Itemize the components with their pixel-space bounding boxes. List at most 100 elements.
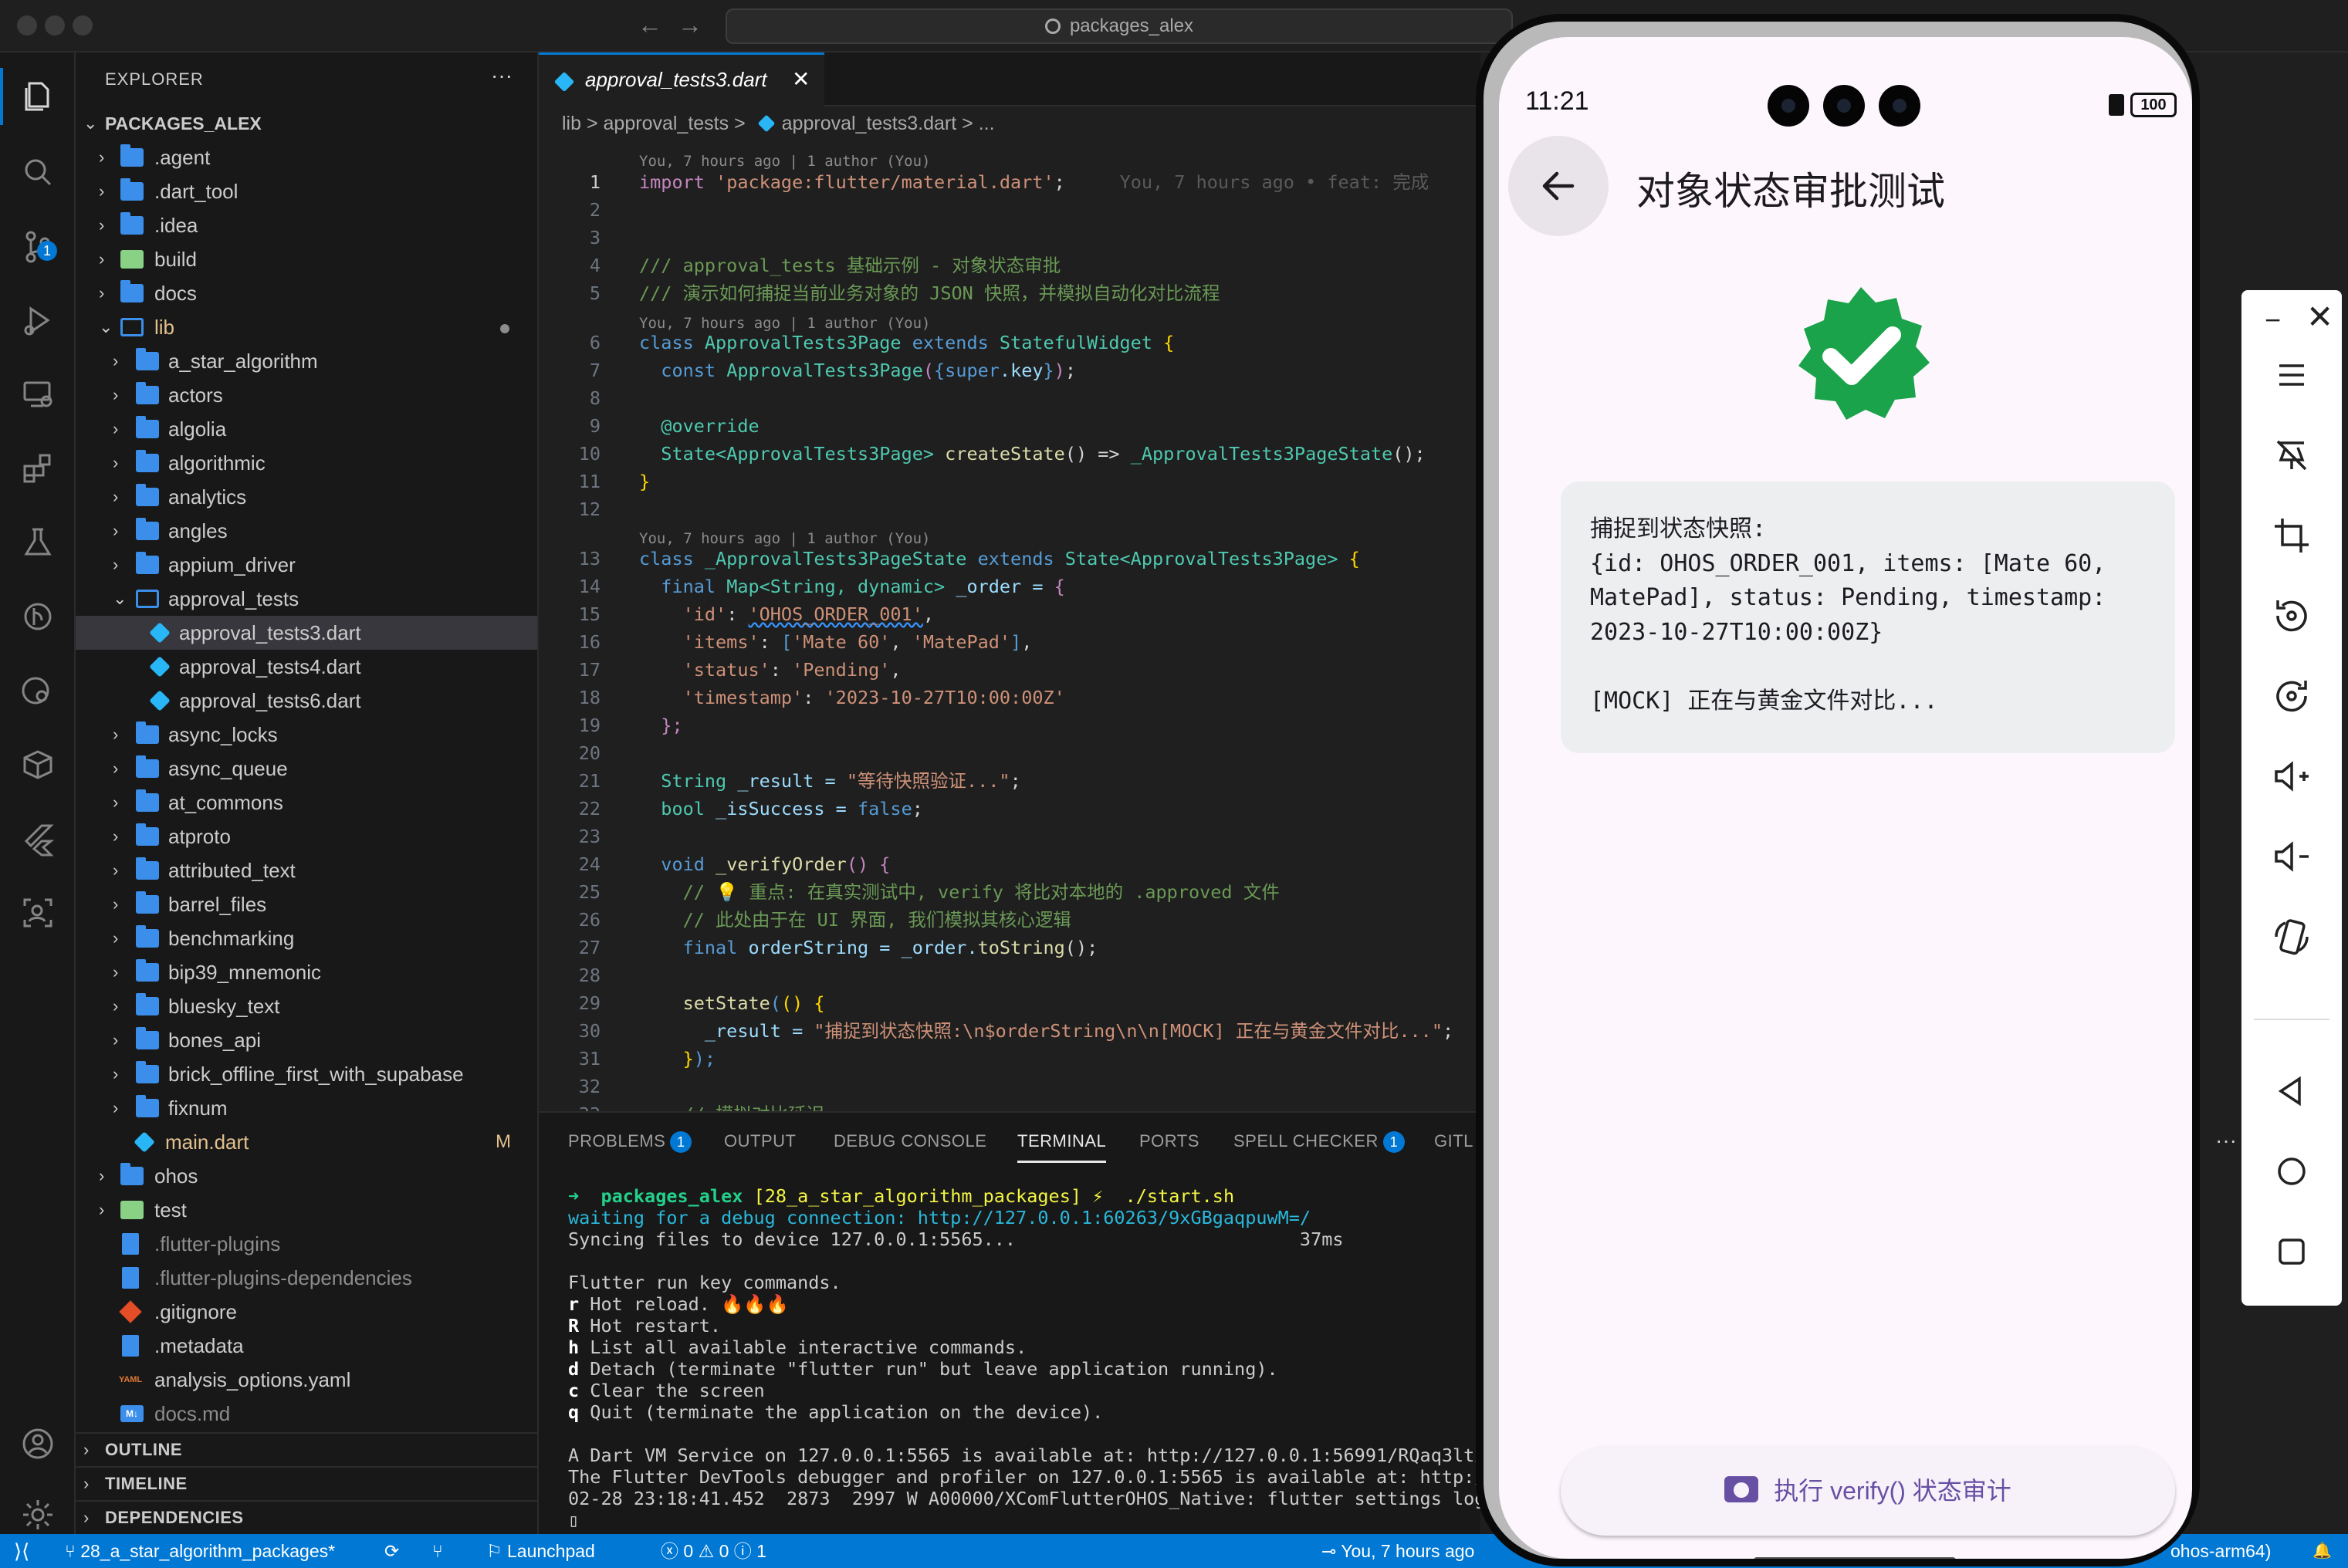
outline-section[interactable]: › OUTLINE: [76, 1432, 537, 1466]
minimize-button[interactable]: −: [2265, 304, 2281, 336]
tree-folder-barrel-files[interactable]: › barrel_files: [76, 887, 537, 921]
tree-folder-attributed-text[interactable]: › attributed_text: [76, 853, 537, 887]
testing-icon[interactable]: [19, 523, 57, 562]
tab-approval-tests3[interactable]: approval_tests3.dart ✕: [539, 52, 824, 106]
git-fork-icon[interactable]: ⑂: [432, 1534, 443, 1568]
tree-folder-async-locks[interactable]: › async_locks: [76, 718, 537, 752]
tab-gitlens[interactable]: GITL: [1434, 1131, 1473, 1151]
command-center-search[interactable]: packages_alex: [726, 8, 1513, 44]
minimize-window-button[interactable]: [45, 15, 65, 35]
tree-file-analysis-options[interactable]: YAML analysis_options.yaml: [76, 1363, 537, 1397]
explorer-more-button[interactable]: ···: [491, 63, 513, 88]
crop-icon[interactable]: [2268, 512, 2315, 559]
breadcrumb-symbol[interactable]: ...: [979, 113, 995, 134]
branch-indicator[interactable]: ⑂ 28_a_star_algorithm_packages*: [65, 1534, 335, 1568]
device-status[interactable]: ohos-arm64): [2170, 1534, 2271, 1568]
home-nav-icon[interactable]: [2268, 1148, 2315, 1195]
tree-folder-agent[interactable]: › .agent: [76, 140, 537, 174]
tree-file-flutter-plugins[interactable]: .flutter-plugins: [76, 1227, 537, 1261]
panel-more-button[interactable]: ···: [2215, 1128, 2237, 1153]
files-icon[interactable]: [19, 77, 57, 116]
appbar-back-button[interactable]: [1508, 136, 1609, 236]
breadcrumb-lib[interactable]: lib: [562, 113, 581, 134]
blame-status[interactable]: ⊸ You, 7 hours ago: [1321, 1534, 1474, 1568]
tree-folder-benchmarking[interactable]: › benchmarking: [76, 921, 537, 955]
tree-folder-analytics[interactable]: › analytics: [76, 480, 537, 514]
tree-folder-angles[interactable]: › angles: [76, 514, 537, 548]
flutter-icon[interactable]: [19, 819, 57, 858]
tree-folder-actors[interactable]: › actors: [76, 378, 537, 412]
pin-off-icon[interactable]: [2268, 432, 2315, 478]
tree-folder-lib[interactable]: ⌄ lib: [76, 310, 537, 344]
tree-folder-fixnum[interactable]: › fixnum: [76, 1091, 537, 1125]
gitlens-icon[interactable]: [19, 597, 57, 636]
tree-folder-brick[interactable]: › brick_offline_first_with_supabase: [76, 1057, 537, 1091]
sync-button[interactable]: ⟳: [384, 1534, 399, 1568]
tab-debug-console[interactable]: DEBUG CONSOLE: [834, 1131, 986, 1151]
menu-icon[interactable]: [2268, 352, 2315, 398]
tab-output[interactable]: OUTPUT: [724, 1131, 796, 1151]
inspector-icon[interactable]: [19, 894, 57, 932]
tree-folder-bones-api[interactable]: › bones_api: [76, 1023, 537, 1057]
remote-indicator[interactable]: ⟩⟨: [14, 1534, 29, 1568]
tree-file-gitignore[interactable]: .gitignore: [76, 1295, 537, 1329]
settings-gear-icon[interactable]: [19, 1495, 57, 1534]
tab-close-button[interactable]: ✕: [792, 55, 810, 104]
nav-forward-button[interactable]: →: [678, 11, 702, 39]
run-debug-icon[interactable]: [19, 301, 57, 340]
tree-file-approval-tests6[interactable]: approval_tests6.dart: [76, 684, 537, 718]
problems-status[interactable]: ⓧ 0 ⚠ 0 ⓘ 1: [661, 1534, 766, 1568]
tree-folder-algolia[interactable]: › algolia: [76, 412, 537, 446]
tree-folder-bip39-mnemonic[interactable]: › bip39_mnemonic: [76, 955, 537, 989]
back-nav-icon[interactable]: [2268, 1068, 2315, 1114]
timeline-section[interactable]: › TIMELINE: [76, 1466, 537, 1500]
tab-terminal[interactable]: TERMINAL: [1017, 1131, 1107, 1163]
dependencies-section[interactable]: › DEPENDENCIES: [76, 1500, 537, 1534]
tree-folder-approval-tests[interactable]: ⌄ approval_tests: [76, 582, 537, 616]
account-icon[interactable]: [19, 1424, 57, 1463]
tree-folder-atproto[interactable]: › atproto: [76, 819, 537, 853]
zoom-window-button[interactable]: [73, 15, 93, 35]
search-icon[interactable]: [19, 153, 57, 191]
extensions-icon[interactable]: [19, 449, 57, 488]
screenshot-icon[interactable]: [2268, 673, 2315, 719]
volume-up-icon[interactable]: [2268, 753, 2315, 799]
tree-folder-async-queue[interactable]: › async_queue: [76, 752, 537, 786]
launchpad-button[interactable]: ⚐ Launchpad: [486, 1534, 595, 1568]
tree-folder-algorithmic[interactable]: › algorithmic: [76, 446, 537, 480]
breadcrumb-approval-tests[interactable]: approval_tests: [604, 113, 729, 134]
tree-folder-test[interactable]: › test: [76, 1193, 537, 1227]
rotate-icon[interactable]: [2268, 593, 2315, 639]
bell-icon[interactable]: 🔔: [2312, 1534, 2332, 1568]
tab-ports[interactable]: PORTS: [1139, 1131, 1199, 1151]
tree-folder-idea[interactable]: › .idea: [76, 208, 537, 242]
tree-file-approval-tests4[interactable]: approval_tests4.dart: [76, 650, 537, 684]
remote-explorer-icon[interactable]: [19, 375, 57, 414]
container-icon[interactable]: [19, 745, 57, 784]
tab-spell-checker[interactable]: SPELL CHECKER 1: [1233, 1131, 1405, 1153]
tree-folder-ohos[interactable]: › ohos: [76, 1159, 537, 1193]
tree-folder-a-star-algorithm[interactable]: › a_star_algorithm: [76, 344, 537, 378]
git-graph-icon[interactable]: [19, 671, 57, 710]
tree-file-flutter-plugins-deps[interactable]: .flutter-plugins-dependencies: [76, 1261, 537, 1295]
breadcrumb-file[interactable]: approval_tests3.dart: [782, 113, 957, 134]
recents-nav-icon[interactable]: [2268, 1228, 2315, 1275]
tree-folder-bluesky-text[interactable]: › bluesky_text: [76, 989, 537, 1023]
tree-file-approval-tests3[interactable]: approval_tests3.dart: [76, 616, 537, 650]
close-button[interactable]: ✕: [2306, 298, 2333, 336]
tree-file-docs-md[interactable]: M↓ docs.md: [76, 1397, 537, 1431]
tree-folder-docs[interactable]: › docs: [76, 276, 537, 310]
tree-folder-at-commons[interactable]: › at_commons: [76, 786, 537, 819]
tree-root[interactable]: ⌄ PACKAGES_ALEX: [76, 106, 537, 140]
tree-folder-build[interactable]: › build: [76, 242, 537, 276]
tree-folder-appium-driver[interactable]: › appium_driver: [76, 548, 537, 582]
tree-folder-dart-tool[interactable]: › .dart_tool: [76, 174, 537, 208]
fold-icon[interactable]: [2268, 914, 2315, 960]
volume-down-icon[interactable]: [2268, 833, 2315, 880]
tab-problems[interactable]: PROBLEMS 1: [568, 1131, 692, 1153]
home-indicator[interactable]: [1754, 1557, 1956, 1559]
close-window-button[interactable]: [17, 15, 37, 35]
nav-back-button[interactable]: ←: [638, 11, 662, 39]
verify-button[interactable]: 执行 verify() 状态审计: [1561, 1446, 2175, 1536]
tree-file-metadata[interactable]: .metadata: [76, 1329, 537, 1363]
